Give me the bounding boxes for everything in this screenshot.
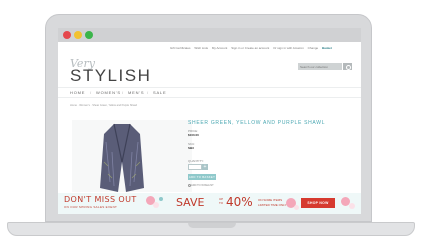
link-amazon-signin[interactable]: Or sign in with Amazon bbox=[273, 46, 304, 50]
quantity-label: QUANTITY: bbox=[188, 159, 204, 163]
nav-separator: / bbox=[90, 90, 92, 95]
flower-decoration bbox=[349, 203, 355, 209]
search-icon[interactable] bbox=[343, 63, 352, 70]
flower-decoration bbox=[294, 205, 299, 210]
link-sign-in[interactable]: Sign in or Create an account bbox=[231, 46, 269, 50]
add-to-basket-button[interactable]: ADD TO BASKET bbox=[188, 174, 216, 180]
breadcrumb[interactable]: Home · Women's · Shear Green, Yellow and… bbox=[70, 104, 137, 107]
browser-screen: Gift Certificates Wish Lists My Account … bbox=[58, 28, 361, 214]
price-value: $100.00 bbox=[188, 133, 199, 137]
banner-headline: DON'T MISS OUT bbox=[64, 195, 137, 204]
quantity-input[interactable] bbox=[188, 164, 202, 170]
banner-save-text: SAVE bbox=[176, 196, 205, 209]
link-change[interactable]: Change bbox=[308, 46, 319, 50]
link-gift-certificates[interactable]: Gift Certificates bbox=[170, 46, 191, 50]
flower-decoration bbox=[159, 197, 163, 201]
nav-item-sale[interactable]: SALE bbox=[153, 90, 166, 95]
banner-up-to: UP TO bbox=[219, 197, 224, 205]
laptop-base bbox=[7, 222, 415, 236]
quantity-plus-button[interactable]: + bbox=[202, 164, 208, 170]
link-wish-lists[interactable]: Wish Lists bbox=[194, 46, 208, 50]
search-input[interactable] bbox=[298, 63, 342, 70]
link-my-account[interactable]: My Account bbox=[212, 46, 228, 50]
laptop-notch bbox=[188, 223, 236, 228]
shop-now-button[interactable]: SHOP NOW bbox=[301, 198, 335, 208]
product-title: SHEER GREEN, YELLOW AND PURPLE SHAWL bbox=[188, 120, 326, 126]
site-logo[interactable]: STYLISH bbox=[70, 66, 151, 86]
banner-subline: ON OUR SPRING SALES EVENT bbox=[64, 205, 118, 209]
banner-detail-2: LIMITED TIME ONLY bbox=[258, 203, 287, 207]
nav-separator: / bbox=[122, 90, 124, 95]
top-links-bar: Gift Certificates Wish Lists My Account … bbox=[170, 46, 355, 53]
minimize-window-icon[interactable] bbox=[74, 31, 82, 39]
maximize-window-icon[interactable] bbox=[85, 31, 93, 39]
promo-banner[interactable]: DON'T MISS OUT ON OUR SPRING SALES EVENT… bbox=[58, 193, 361, 214]
close-window-icon[interactable] bbox=[63, 31, 71, 39]
main-nav: HOME / WOMEN'S / MEN'S / SALE bbox=[58, 87, 361, 98]
nav-item-mens[interactable]: MEN'S bbox=[128, 90, 144, 95]
nav-separator: / bbox=[147, 90, 149, 95]
nav-item-home[interactable]: HOME bbox=[70, 90, 85, 95]
nav-item-womens[interactable]: WOMEN'S bbox=[96, 90, 121, 95]
banner-detail-1: ON SOME ITEMS bbox=[258, 198, 283, 202]
window-titlebar bbox=[58, 28, 361, 42]
basket-link[interactable]: Basket bbox=[322, 46, 332, 50]
flower-decoration bbox=[153, 202, 159, 208]
add-to-wishlist-link[interactable]: ADD TO WISHLIST bbox=[191, 184, 214, 187]
banner-percent: 40% bbox=[226, 195, 253, 209]
shawl-image[interactable] bbox=[100, 122, 144, 192]
sku-value: SB3 bbox=[188, 146, 194, 150]
